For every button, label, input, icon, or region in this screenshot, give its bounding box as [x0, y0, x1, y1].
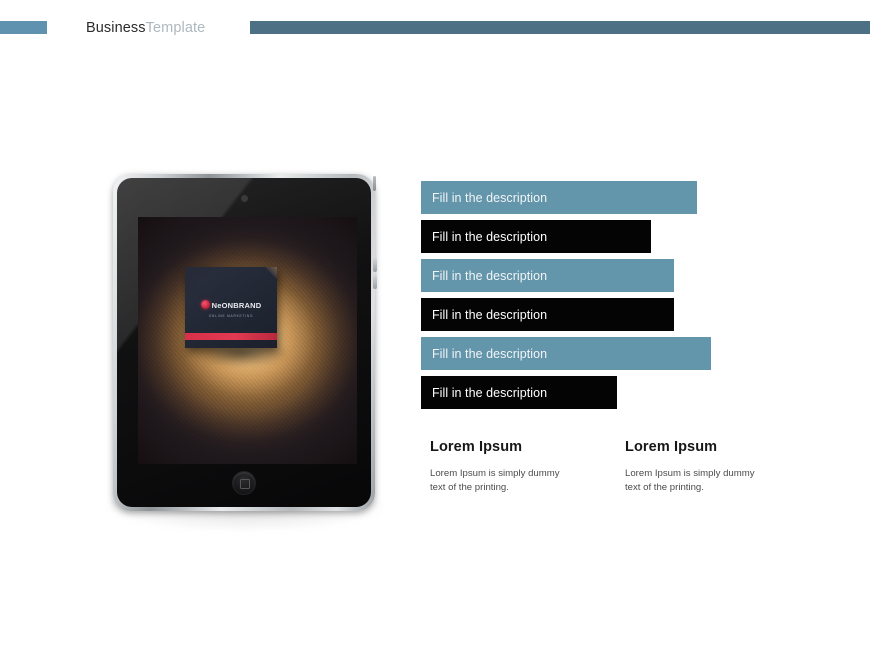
volume-up-button: [373, 258, 377, 272]
header-accent-bar-left: [0, 21, 47, 34]
description-bar-label: Fill in the description: [432, 229, 548, 244]
lorem-body-text: Lorem Ipsum is simply dummy text of the …: [625, 468, 755, 493]
volume-down-button: [373, 275, 377, 289]
description-bar[interactable]: Fill in the description: [421, 259, 674, 292]
description-bar-label: Fill in the description: [432, 307, 548, 322]
home-button[interactable]: [233, 472, 255, 494]
lorem-body-text: Lorem Ipsum is simply dummy text of the …: [430, 468, 560, 493]
lorem-column: Lorem Ipsum Lorem Ipsum is simply dummy …: [430, 439, 560, 494]
screen-vignette: [138, 217, 357, 464]
page-title-strong: Business: [86, 20, 146, 36]
lorem-column: Lorem Ipsum Lorem Ipsum is simply dummy …: [625, 439, 755, 494]
header-accent-bar-right: [250, 21, 870, 34]
page-title-light: Template: [145, 20, 206, 36]
tablet-screen: NeONBRAND ONLINE MARKETING: [138, 217, 357, 464]
page-title: BusinessTemplate: [86, 19, 205, 38]
description-bar[interactable]: Fill in the description: [421, 220, 651, 253]
tablet-mockup: NeONBRAND ONLINE MARKETING: [96, 168, 396, 533]
camera-icon: [241, 196, 247, 201]
description-bar-label: Fill in the description: [432, 268, 548, 283]
description-bar-label: Fill in the description: [432, 385, 548, 400]
slide-canvas: BusinessTemplate NeONBRAND ONLINE MARKE: [0, 0, 870, 653]
description-bar[interactable]: Fill in the description: [421, 337, 711, 370]
power-button: [373, 176, 376, 191]
lorem-heading: Lorem Ipsum: [430, 439, 523, 455]
tablet-bezel: NeONBRAND ONLINE MARKETING: [117, 178, 371, 507]
description-bar[interactable]: Fill in the description: [421, 181, 697, 214]
description-bar-label: Fill in the description: [432, 346, 548, 361]
description-bar-list: Fill in the description Fill in the desc…: [421, 181, 711, 415]
description-bar-label: Fill in the description: [432, 190, 548, 205]
lorem-heading: Lorem Ipsum: [625, 439, 718, 455]
description-bar[interactable]: Fill in the description: [421, 298, 674, 331]
description-bar[interactable]: Fill in the description: [421, 376, 617, 409]
tablet-body: NeONBRAND ONLINE MARKETING: [113, 174, 377, 511]
lorem-column-group: Lorem Ipsum Lorem Ipsum is simply dummy …: [430, 439, 755, 494]
